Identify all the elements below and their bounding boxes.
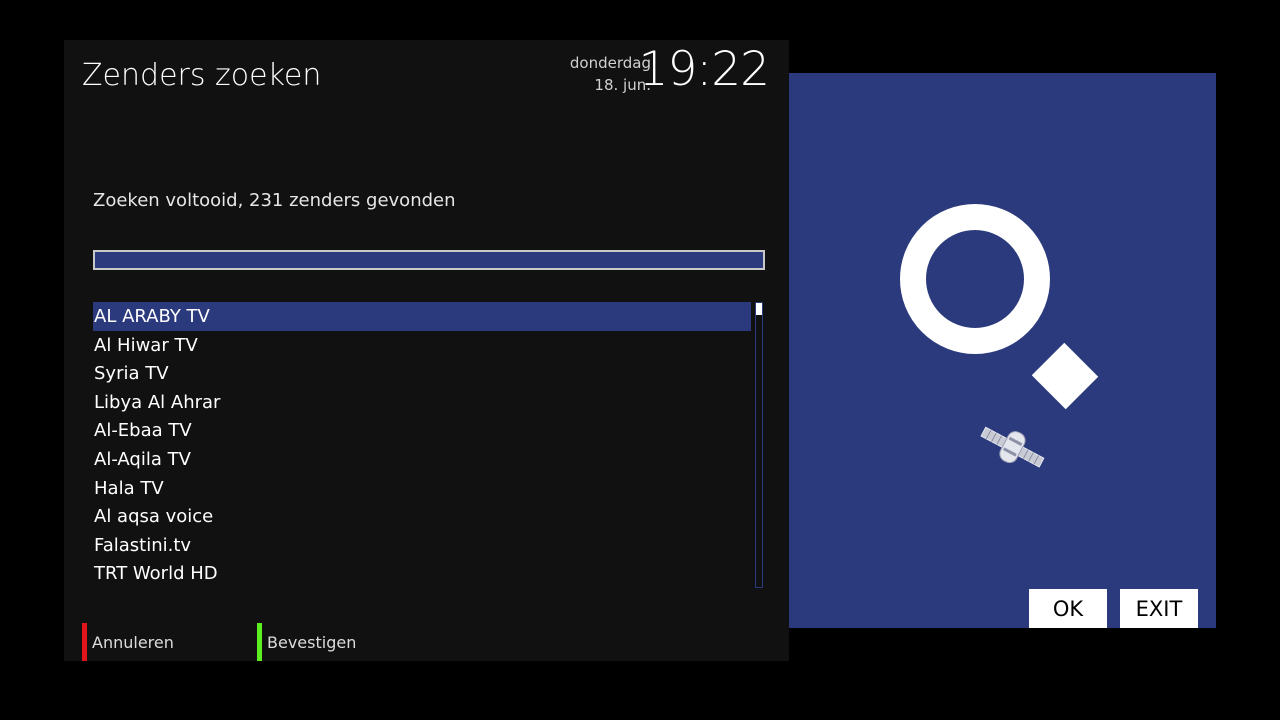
channel-item[interactable]: TRT World HD bbox=[93, 559, 751, 588]
scrollbar-thumb[interactable] bbox=[756, 303, 762, 315]
channel-item[interactable]: AL ARABY TV bbox=[93, 302, 751, 331]
cancel-button[interactable]: Annuleren bbox=[82, 623, 174, 661]
scan-progress-fill bbox=[95, 252, 763, 268]
satellite-icon bbox=[979, 421, 1045, 479]
page-title: Zenders zoeken bbox=[82, 58, 322, 93]
channel-item[interactable]: Al-Ebaa TV bbox=[93, 416, 751, 445]
ok-button[interactable]: OK bbox=[1029, 589, 1107, 628]
channel-list[interactable]: AL ARABY TV Al Hiwar TV Syria TV Libya Al A… bbox=[93, 302, 751, 588]
exit-button[interactable]: EXIT bbox=[1120, 589, 1198, 628]
confirm-label: Bevestigen bbox=[267, 632, 357, 652]
channel-item[interactable]: Al Hiwar TV bbox=[93, 331, 751, 360]
channel-list-scrollbar[interactable] bbox=[755, 302, 763, 588]
magnifier-icon bbox=[899, 203, 1109, 417]
confirm-button[interactable]: Bevestigen bbox=[257, 623, 356, 661]
channel-item[interactable]: Al-Aqila TV bbox=[93, 445, 751, 474]
scan-progress-bar bbox=[93, 250, 765, 270]
scan-panel: Zenders zoeken donderdag 18. jun. 19:22 … bbox=[64, 40, 789, 661]
clock: 19:22 bbox=[638, 42, 770, 97]
channel-item[interactable]: Hala TV bbox=[93, 474, 751, 503]
channel-item[interactable]: Libya Al Ahrar bbox=[93, 388, 751, 417]
scan-status: Zoeken voltooid, 231 zenders gevonden bbox=[93, 190, 456, 211]
scan-illustration-panel: OK EXIT bbox=[789, 73, 1216, 628]
channel-item[interactable]: Syria TV bbox=[93, 359, 751, 388]
red-key-indicator bbox=[82, 623, 87, 661]
channel-item[interactable]: Falastini.tv bbox=[93, 531, 751, 560]
cancel-label: Annuleren bbox=[92, 632, 174, 652]
channel-item[interactable]: Al aqsa voice bbox=[93, 502, 751, 531]
green-key-indicator bbox=[257, 623, 262, 661]
